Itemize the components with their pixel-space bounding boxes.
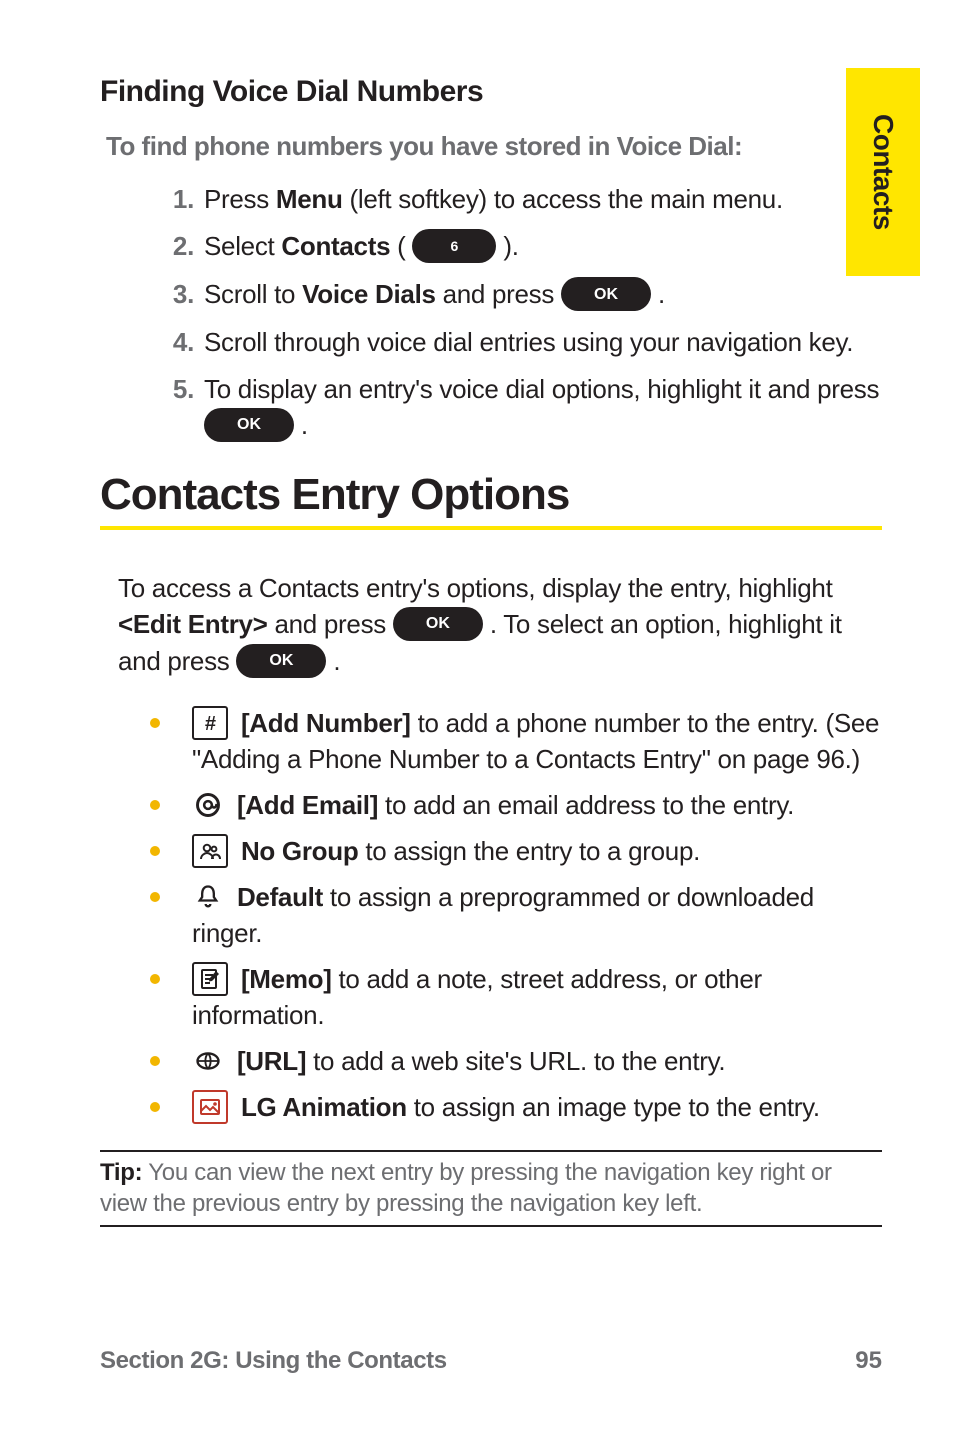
key-6-icon: 6 [412, 229, 496, 263]
heading-finding-voice-dial: Finding Voice Dial Numbers [100, 75, 882, 109]
tip-rule-top [100, 1150, 882, 1152]
edit-entry-bold: <Edit Entry> [118, 609, 268, 639]
bullet-add-email: [Add Email] to add an email address to t… [150, 788, 882, 824]
hash-icon [192, 706, 228, 740]
step-4-number: 4. [154, 325, 194, 360]
step-5: 5. To display an entry's voice dial opti… [154, 372, 882, 443]
bullet-add-number: [Add Number] to add a phone number to th… [150, 706, 882, 778]
tip-text: Tip: You can view the next entry by pres… [100, 1158, 882, 1219]
step-3: 3. Scroll to Voice Dials and press OK . [154, 277, 882, 313]
bell-icon [192, 882, 224, 912]
key-ok-icon: OK [561, 277, 651, 311]
step-5-number: 5. [154, 372, 194, 407]
heading-contacts-entry-options: Contacts Entry Options [100, 470, 882, 520]
bullet-no-group: No Group to assign the entry to a group. [150, 834, 882, 870]
key-ok-icon: OK [236, 644, 326, 678]
key-ok-icon: OK [393, 607, 483, 641]
memo-icon [192, 962, 228, 996]
at-icon [192, 790, 224, 820]
bullet-url: [URL] to add a web site's URL. to the en… [150, 1044, 882, 1080]
footer-page-number: 95 [855, 1347, 882, 1375]
step-1-number: 1. [154, 182, 194, 217]
step-1: 1. Press Menu (left softkey) to access t… [154, 182, 882, 217]
tip-label: Tip: [100, 1159, 142, 1186]
contacts-bold: Contacts [281, 231, 390, 261]
heading-underline [100, 526, 882, 530]
group-icon [192, 834, 228, 868]
menu-bold: Menu [276, 184, 343, 214]
step-4: 4. Scroll through voice dial entries usi… [154, 325, 882, 360]
page-footer: Section 2G: Using the Contacts 95 [100, 1347, 882, 1375]
step-2-number: 2. [154, 229, 194, 264]
numbered-steps: 1. Press Menu (left softkey) to access t… [100, 182, 882, 444]
globe-icon [192, 1046, 224, 1076]
bullet-memo: [Memo] to add a note, street address, or… [150, 962, 882, 1034]
tip-rule-bottom [100, 1225, 882, 1227]
footer-section: Section 2G: Using the Contacts [100, 1347, 447, 1375]
bullet-lg-animation: LG Animation to assign an image type to … [150, 1090, 882, 1126]
voice-dials-bold: Voice Dials [302, 279, 436, 309]
subheading: To find phone numbers you have stored in… [106, 131, 882, 162]
step-2: 2. Select Contacts ( 6 ). [154, 229, 882, 265]
image-icon [192, 1090, 228, 1124]
key-ok-icon: OK [204, 408, 294, 442]
option-bullets: [Add Number] to add a phone number to th… [150, 706, 882, 1126]
intro-paragraph: To access a Contacts entry's options, di… [118, 570, 882, 681]
bullet-default-ringer: Default to assign a preprogrammed or dow… [150, 880, 882, 952]
step-3-number: 3. [154, 277, 194, 312]
